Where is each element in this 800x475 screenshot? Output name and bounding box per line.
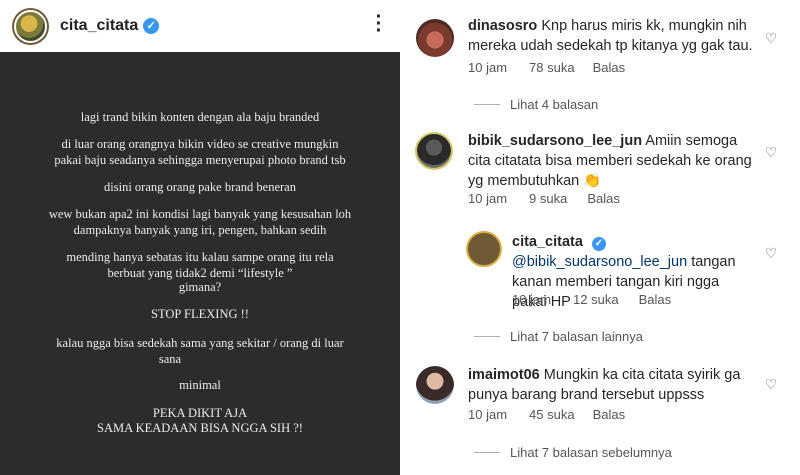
comment-time: 10 jam bbox=[468, 407, 508, 422]
avatar-image bbox=[14, 9, 47, 43]
comment-time: 10 jam bbox=[468, 191, 508, 206]
view-replies-button[interactable]: Lihat 7 balasan lainnya bbox=[474, 329, 643, 344]
post-image: lagi trand bikin konten dengan ala baju … bbox=[0, 52, 400, 475]
avatar[interactable] bbox=[416, 366, 454, 404]
avatar[interactable] bbox=[466, 231, 502, 267]
like-icon[interactable]: ♡ bbox=[764, 246, 778, 260]
comments-panel: dinasosro Knp harus miris kk, mungkin ni… bbox=[400, 0, 800, 475]
post-text-line: PEKA DIKIT AJA bbox=[152, 406, 248, 420]
post-text-line: di luar orang orangnya bikin video se cr… bbox=[61, 137, 339, 151]
post-author-username[interactable]: cita_citata bbox=[60, 17, 138, 35]
post-panel: cita_citata ✓ · · · lagi trand bikin konte… bbox=[0, 0, 400, 475]
comment-username[interactable]: imaimot06 bbox=[468, 367, 540, 383]
reply-button[interactable]: Balas bbox=[593, 60, 626, 75]
view-replies-label: Lihat 4 balasan bbox=[510, 97, 599, 112]
post-text-line: mending hanya sebatas itu kalau sampe or… bbox=[66, 250, 334, 264]
post-author-avatar[interactable] bbox=[12, 7, 49, 45]
avatar[interactable] bbox=[416, 19, 454, 57]
comment-time: 10 jam bbox=[512, 292, 552, 307]
view-replies-button[interactable]: Lihat 4 balasan bbox=[474, 97, 598, 112]
post-text-line: minimal bbox=[179, 378, 221, 392]
comment-username[interactable]: bibik_sudarsono_lee_jun bbox=[468, 133, 642, 149]
post-text-line: lagi trand bikin konten dengan ala baju … bbox=[80, 110, 320, 124]
divider bbox=[474, 104, 500, 105]
comment-likes[interactable]: 9 suka bbox=[529, 191, 567, 206]
comment-meta: 10 jam 78 suka Balas bbox=[468, 60, 625, 75]
comment-likes[interactable]: 45 suka bbox=[529, 407, 575, 422]
comment-mention[interactable]: @bibik_sudarsono_lee_jun bbox=[512, 254, 687, 270]
post-text-line: STOP FLEXING !! bbox=[151, 307, 249, 321]
verified-icon: ✓ bbox=[591, 237, 606, 251]
comment-text: dinasosro Knp harus miris kk, mungkin ni… bbox=[468, 16, 768, 56]
comment-username[interactable]: cita_citata bbox=[512, 234, 583, 250]
view-replies-button[interactable]: Lihat 7 balasan sebelumnya bbox=[474, 445, 672, 460]
reply-button[interactable]: Balas bbox=[587, 191, 620, 206]
more-options-icon[interactable]: · · · bbox=[374, 7, 384, 41]
post-header: cita_citata ✓ · · · bbox=[0, 0, 400, 52]
post-text-line: wew bukan apa2 ini kondisi lagi banyak y… bbox=[48, 207, 352, 221]
comment-username[interactable]: dinasosro bbox=[468, 18, 537, 34]
post-text-line: sana bbox=[158, 352, 182, 366]
verified-icon: ✓ bbox=[143, 18, 160, 34]
like-icon[interactable]: ♡ bbox=[764, 145, 778, 159]
comment-meta: 10 jam 12 suka Balas bbox=[512, 292, 671, 307]
view-replies-label: Lihat 7 balasan sebelumnya bbox=[510, 445, 672, 460]
divider bbox=[474, 452, 500, 453]
divider bbox=[474, 336, 500, 337]
comment-likes[interactable]: 78 suka bbox=[529, 60, 575, 75]
post-text-line: pakai baju seadanya sehingga menyerupai … bbox=[54, 153, 346, 167]
view-replies-label: Lihat 7 balasan lainnya bbox=[510, 329, 643, 344]
post-text-line: kalau ngga bisa sedekah sama yang sekita… bbox=[56, 336, 344, 350]
comment-text: imaimot06 Mungkin ka cita citata syirik … bbox=[468, 365, 760, 405]
post-text-line: dampaknya banyak yang iri, pengen, bahka… bbox=[73, 223, 327, 237]
comment-likes[interactable]: 12 suka bbox=[573, 292, 619, 307]
comment-text: bibik_sudarsono_lee_jun Amiin semoga cit… bbox=[468, 131, 760, 191]
like-icon[interactable]: ♡ bbox=[764, 377, 778, 391]
like-icon[interactable]: ♡ bbox=[764, 31, 778, 45]
comment-meta: 10 jam 9 suka Balas bbox=[468, 191, 620, 206]
reply-button[interactable]: Balas bbox=[593, 407, 626, 422]
post-text-line: gimana? bbox=[178, 280, 222, 294]
comment-meta: 10 jam 45 suka Balas bbox=[468, 407, 625, 422]
reply-button[interactable]: Balas bbox=[639, 292, 672, 307]
post-text-line: SAMA KEADAAN BISA NGGA SIH ?! bbox=[97, 421, 303, 435]
avatar[interactable] bbox=[415, 132, 453, 170]
post-text-line: disini orang orang pake brand beneran bbox=[104, 180, 296, 194]
comment-time: 10 jam bbox=[468, 60, 508, 75]
